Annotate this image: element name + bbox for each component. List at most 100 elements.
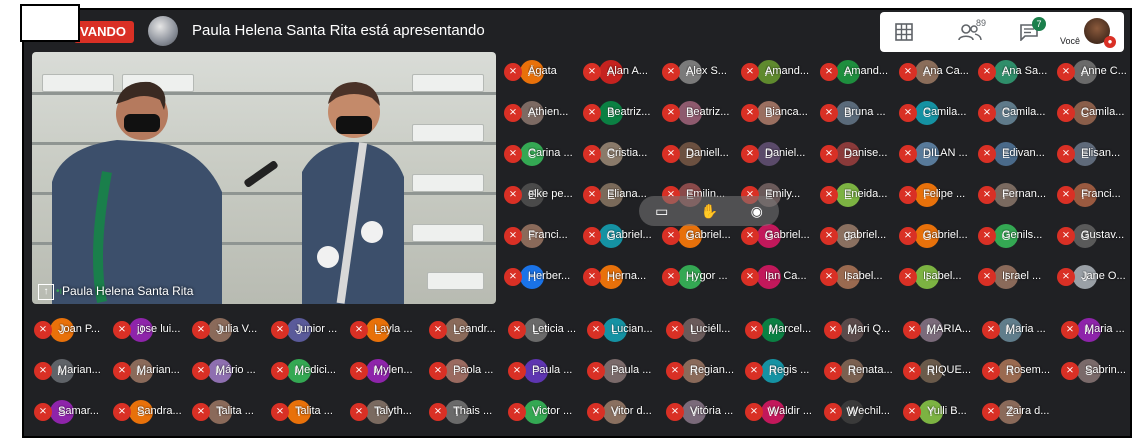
participant-tile[interactable]: F ⨯ Franci...	[504, 222, 581, 250]
participant-tile[interactable]: S ⨯ Samar...	[34, 398, 111, 426]
participant-tile[interactable]: J ⨯ Joan P...	[34, 316, 111, 344]
participant-tile[interactable]: B ⨯ Beatriz...	[583, 99, 660, 127]
participant-tile[interactable]: E ⨯ elke pe...	[504, 181, 581, 209]
participant-tile[interactable]: C ⨯ Carina ...	[504, 140, 581, 168]
hand-icon[interactable]: ✋	[701, 203, 718, 220]
participant-tile[interactable]: M ⨯ Medici...	[271, 357, 348, 385]
participant-tile[interactable]: F ⨯ Franci...	[1057, 181, 1130, 209]
participant-tile[interactable]: P ⨯ Paula ...	[508, 357, 585, 385]
participant-tile[interactable]: G ⨯ gabriel...	[820, 222, 897, 250]
participant-tile[interactable]: Á ⨯ Ágata	[504, 58, 581, 86]
present-icon[interactable]: ▭	[655, 203, 668, 220]
participant-tile[interactable]: A ⨯ Ana Ca...	[899, 58, 976, 86]
people-button[interactable]: 89	[940, 12, 1000, 52]
participant-tile[interactable]: W ⨯ Wechil...	[824, 398, 901, 426]
participant-tile[interactable]: Y ⨯ Yulli B...	[903, 398, 980, 426]
participant-tile[interactable]: S ⨯ Sandra...	[113, 398, 190, 426]
participant-tile[interactable]: E ⨯ Edivan...	[978, 140, 1055, 168]
participant-tile[interactable]: R ⨯ Renata...	[824, 357, 901, 385]
participant-tile[interactable]: L ⨯ Leticia ...	[508, 316, 585, 344]
participant-tile[interactable]: M ⨯ Marcel...	[745, 316, 822, 344]
participant-tile[interactable]: M ⨯ Mário ...	[192, 357, 269, 385]
participant-tile[interactable]: W ⨯ Waldir ...	[745, 398, 822, 426]
participant-tile[interactable]: T ⨯ Talyth...	[350, 398, 427, 426]
participant-tile[interactable]: H ⨯ Hygor ...	[662, 263, 739, 291]
participant-tile[interactable]: D ⨯ DILAN ...	[899, 140, 976, 168]
participant-tile[interactable]: E ⨯ Eneida...	[820, 181, 897, 209]
participant-tile[interactable]: I ⨯ Israel ...	[978, 263, 1055, 291]
participant-tile[interactable]: R ⨯ Regian...	[666, 357, 743, 385]
participant-tile[interactable]: M ⨯ Marian...	[113, 357, 190, 385]
chat-button[interactable]: 7	[1006, 12, 1052, 52]
participant-name: Gabriel...	[607, 229, 652, 241]
participant-tile[interactable]: J ⨯ Junior ...	[271, 316, 348, 344]
participant-tile[interactable]: V ⨯ Vitória ...	[666, 398, 743, 426]
participant-tile[interactable]: D ⨯ Daniel...	[741, 140, 818, 168]
participant-tile[interactable]: V ⨯ Vitor d...	[587, 398, 664, 426]
participant-tile[interactable]: G ⨯ Gustav...	[1057, 222, 1130, 250]
self-tile[interactable]: Você ●	[1058, 12, 1124, 52]
participant-tile[interactable]: C ⨯ Camila...	[899, 99, 976, 127]
participant-tile[interactable]: T ⨯ Thais ...	[429, 398, 506, 426]
participant-tile[interactable]: D ⨯ Danise...	[820, 140, 897, 168]
participant-tile[interactable]: Z ⨯ Zaira d...	[982, 398, 1059, 426]
participant-tile[interactable]: G ⨯ Gabriel...	[583, 222, 660, 250]
participant-tile[interactable]: A ⨯ Alex S...	[662, 58, 739, 86]
participant-tile[interactable]: L ⨯ Leandr...	[429, 316, 506, 344]
participant-name: DILAN ...	[923, 147, 968, 159]
participant-tile[interactable]: V ⨯ Victor ...	[508, 398, 585, 426]
participant-tile[interactable]: A ⨯ Amand...	[820, 58, 897, 86]
participant-name: Vitor d...	[611, 405, 652, 417]
participant-tile[interactable]: M ⨯ Maria ...	[982, 316, 1059, 344]
participant-tile[interactable]: A ⨯ Ana Sa...	[978, 58, 1055, 86]
screen-controls-toast[interactable]: ▭ ✋ ◉	[639, 196, 779, 226]
participant-tile[interactable]: H ⨯ Herber...	[504, 263, 581, 291]
participant-tile[interactable]: M ⨯ Marian...	[34, 357, 111, 385]
participant-tile[interactable]: S ⨯ Sabrin...	[1061, 357, 1130, 385]
participant-tile[interactable]: B ⨯ Bianca...	[741, 99, 818, 127]
participant-tile[interactable]: R ⨯ Regis ...	[745, 357, 822, 385]
participant-tile[interactable]: I ⨯ Ian Ca...	[741, 263, 818, 291]
participant-tile[interactable]: H ⨯ Herna...	[583, 263, 660, 291]
participant-tile[interactable]: C ⨯ Cristia...	[583, 140, 660, 168]
participant-tile[interactable]: L ⨯ Lucian...	[587, 316, 664, 344]
participant-tile[interactable]: C ⨯ Camila...	[978, 99, 1055, 127]
participant-tile[interactable]: I ⨯ Isabel...	[820, 263, 897, 291]
participant-tile[interactable]: I ⨯ Isabel...	[899, 263, 976, 291]
participant-name: Zaira d...	[1006, 405, 1050, 417]
participant-tile[interactable]: M ⨯ MARIA...	[903, 316, 980, 344]
participant-tile[interactable]: T ⨯ Talita ...	[192, 398, 269, 426]
participant-tile[interactable]: G ⨯ Gabriel...	[899, 222, 976, 250]
participant-tile[interactable]: M ⨯ Mylen...	[350, 357, 427, 385]
participant-tile[interactable]: G ⨯ Gabriel...	[662, 222, 739, 250]
participant-tile[interactable]: L ⨯ Layla ...	[350, 316, 427, 344]
participant-tile[interactable]: R ⨯ RIQUE...	[903, 357, 980, 385]
participant-tile[interactable]: G ⨯ Gabriel...	[741, 222, 818, 250]
participant-tile[interactable]: L ⨯ Luciéll...	[666, 316, 743, 344]
participant-tile[interactable]: D ⨯ Daniell...	[662, 140, 739, 168]
participant-tile[interactable]: B ⨯ Bruna ...	[820, 99, 897, 127]
eye-icon[interactable]: ◉	[751, 203, 763, 220]
participant-tile[interactable]: P ⨯ Paula ...	[587, 357, 664, 385]
participant-tile[interactable]: T ⨯ Talita ...	[271, 398, 348, 426]
participant-tile[interactable]: G ⨯ Genils...	[978, 222, 1055, 250]
participant-tile[interactable]: J ⨯ jose lui...	[113, 316, 190, 344]
presenter-video[interactable]: ↑ •ıı Paula Helena Santa Rita	[32, 52, 496, 304]
participant-tile[interactable]: F ⨯ Felipe ...	[899, 181, 976, 209]
participant-tile[interactable]: F ⨯ Fernan...	[978, 181, 1055, 209]
participant-tile[interactable]: A ⨯ Anne C...	[1057, 58, 1130, 86]
pin-icon[interactable]: ↑	[38, 284, 54, 300]
participant-tile[interactable]: A ⨯ Amand...	[741, 58, 818, 86]
participant-tile[interactable]: J ⨯ Julia V...	[192, 316, 269, 344]
participant-tile[interactable]: E ⨯ Elisan...	[1057, 140, 1130, 168]
participant-tile[interactable]: R ⨯ Rosem...	[982, 357, 1059, 385]
participant-tile[interactable]: C ⨯ Camila...	[1057, 99, 1130, 127]
layout-button[interactable]	[884, 12, 924, 52]
participant-tile[interactable]: B ⨯ Beatriz...	[662, 99, 739, 127]
participant-tile[interactable]: M ⨯ Mari Q...	[824, 316, 901, 344]
participant-tile[interactable]: M ⨯ Maria ...	[1061, 316, 1130, 344]
participant-tile[interactable]: J ⨯ Jane O...	[1057, 263, 1130, 291]
participant-tile[interactable]: A ⨯ Alan A...	[583, 58, 660, 86]
participant-tile[interactable]: A ⨯ Athien...	[504, 99, 581, 127]
participant-tile[interactable]: P ⨯ Paola ...	[429, 357, 506, 385]
